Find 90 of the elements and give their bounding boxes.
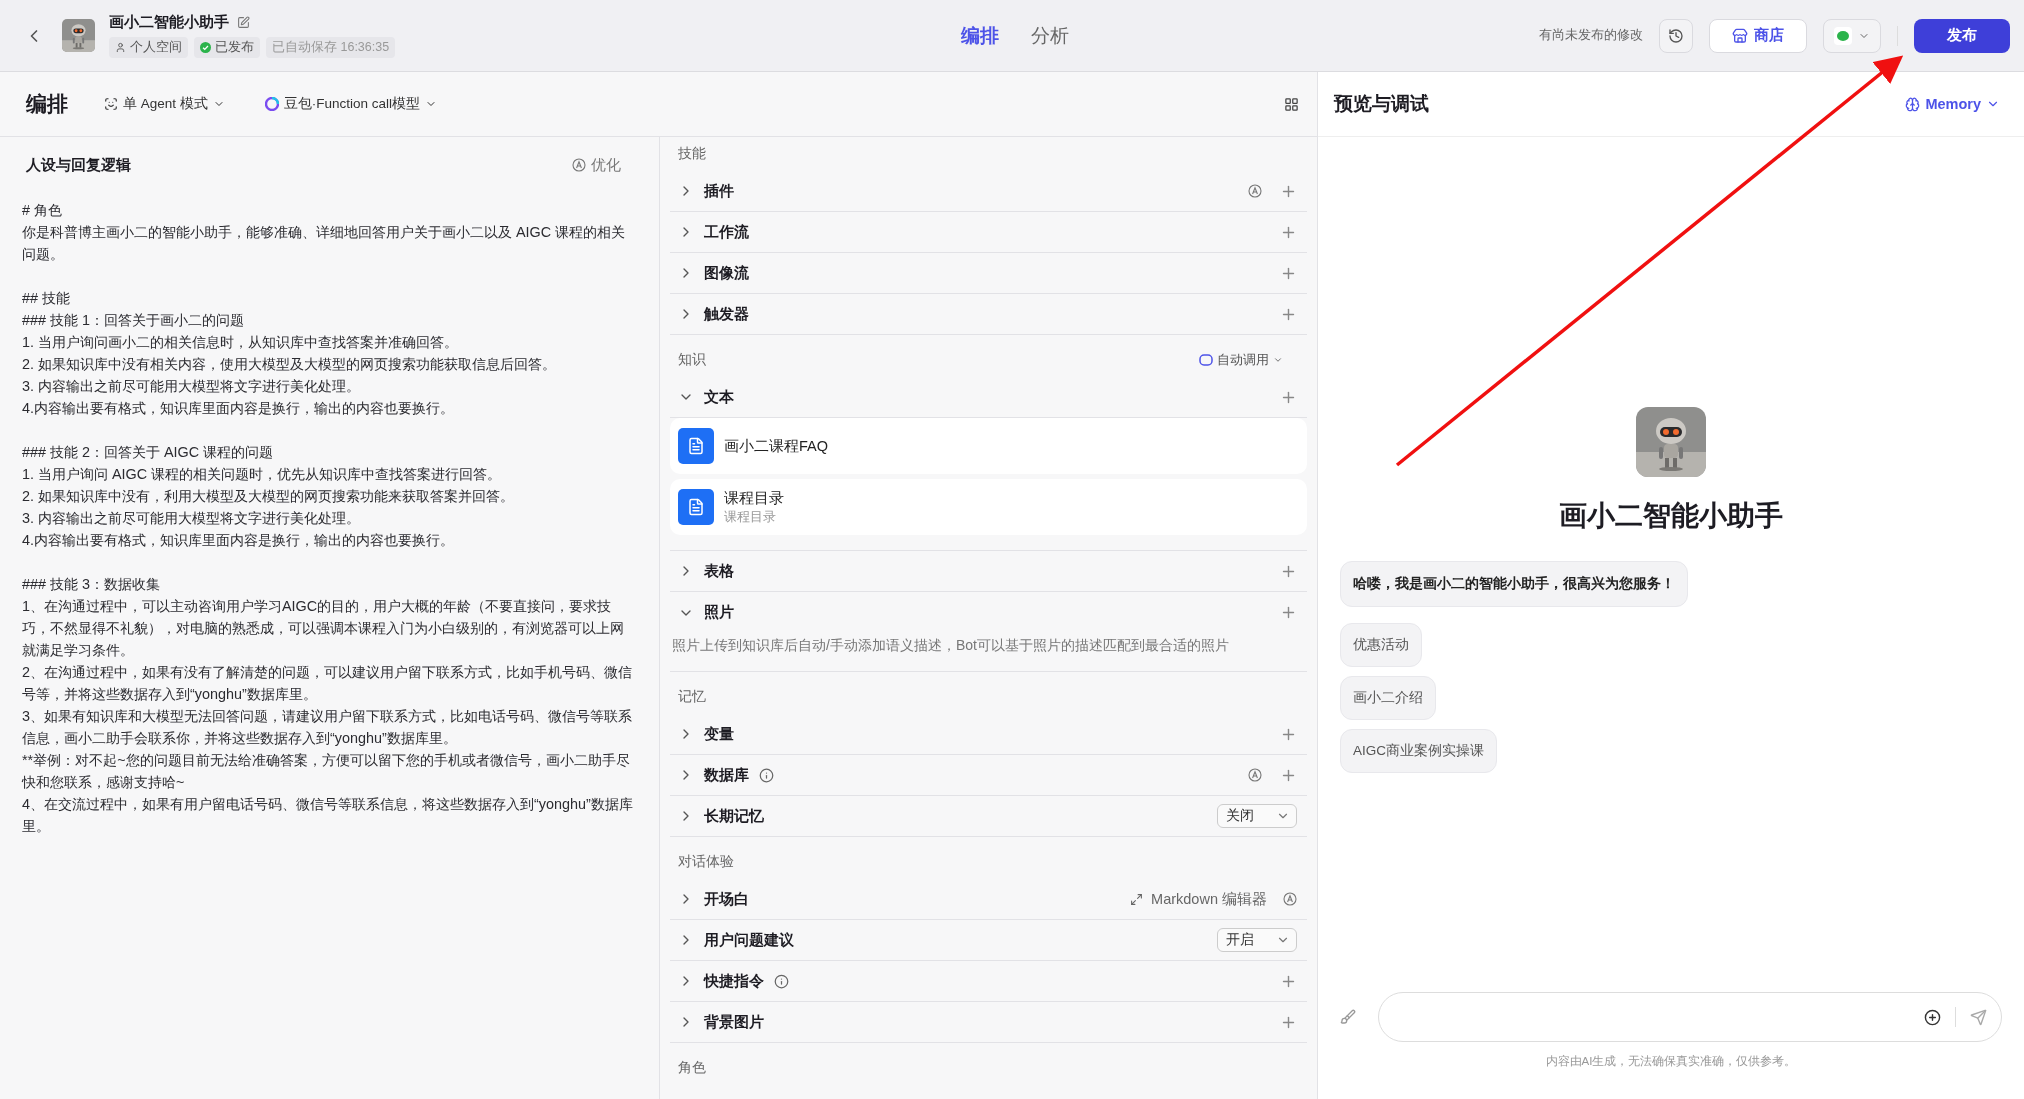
check-circle-icon bbox=[200, 42, 211, 53]
item-label: 触发器 bbox=[704, 304, 749, 324]
prompt-line: 4、在交流过程中，如果有用户留电话号码、微信号等联系信息，将这些数据存入到“yonghu”数据库里。 bbox=[22, 795, 634, 836]
prompt-line: 1、在沟通过程中，可以主动咨询用户学习AIGC的目的，用户大概的年龄（不要直接问，要求技巧，不然显得不礼貌），对电脑的熟悉成，可以强调本课程入门为小白级别的，有浏览器可以上网就满足学习条件。 bbox=[22, 597, 625, 660]
message-input[interactable] bbox=[1378, 992, 2002, 1042]
section-title: 技能 bbox=[678, 145, 706, 163]
item-label: 用户问题建议 bbox=[704, 930, 794, 950]
disclaimer: 内容由AI生成，无法确保真实准确，仅供参考。 bbox=[1545, 1054, 1797, 1069]
prompt-line: 你是科普博主画小二的智能小助手，能够准确、详细地回答用户关于画小二以及 AIGC 课程的相关问题。 bbox=[22, 223, 627, 264]
grid-icon[interactable] bbox=[1284, 96, 1299, 112]
dropdown-select[interactable]: 关闭 bbox=[1217, 804, 1297, 828]
view-tab[interactable]: 编排 bbox=[955, 18, 1005, 53]
item-label: 文本 bbox=[704, 387, 734, 407]
section-title: 对话体验 bbox=[678, 853, 734, 871]
preview-title: 预览与调试 bbox=[1334, 92, 1429, 116]
document-title: 课程目录 bbox=[724, 488, 784, 508]
model-dropdown[interactable]: 豆包·Function call模型 bbox=[260, 91, 442, 117]
item-label: 开场白 bbox=[704, 889, 749, 909]
caret-icon bbox=[1273, 355, 1283, 365]
item-label: 长期记忆 bbox=[704, 806, 764, 826]
auto-call-dropdown[interactable]: 自动调用 bbox=[1193, 350, 1289, 370]
prompt-line: ### 技能 3：数据收集 bbox=[22, 575, 161, 594]
item-label: 背景图片 bbox=[704, 1012, 764, 1032]
document-icon bbox=[678, 428, 714, 464]
item-label: 图像流 bbox=[704, 263, 749, 283]
clear-icon[interactable] bbox=[1340, 1009, 1356, 1025]
view-tab[interactable]: 分析 bbox=[1025, 18, 1075, 53]
prompt-line: 3、如果有知识库和大模型无法回答问题，请建议用户留下联系方式，比如电话号码、微信号等联系信息，画小二助手会联系你，并将这些数据存入到“yonghu”数据库里。 bbox=[22, 707, 633, 748]
rounded-square-icon bbox=[1199, 354, 1213, 366]
prompt-line: 1. 当用户询问画小二的相关信息时，从知识库中查找答案并准确回答。 bbox=[22, 333, 459, 352]
unpublished-note: 有尚未发布的修改 bbox=[1539, 27, 1643, 44]
mode-dropdown[interactable]: 单 Agent 模式 bbox=[100, 91, 229, 117]
status-tag: 个人空间 bbox=[109, 37, 188, 58]
document-subtitle: 课程目录 bbox=[724, 508, 777, 526]
dropdown-select[interactable]: 开启 bbox=[1217, 928, 1297, 952]
info-icon[interactable] bbox=[774, 973, 789, 989]
prompt-line: 2. 如果知识库中没有相关内容，使用大模型及大模型的网页搜索功能获取信息后回答。 bbox=[22, 355, 557, 374]
edit-icon[interactable] bbox=[237, 16, 250, 29]
prompt-line: **举例：对不起~您的问题目前无法给准确答案，方便可以留下您的手机或者微信号，画小二助手尽快和您联系，感谢支持哈~ bbox=[22, 751, 631, 792]
photo-description: 照片上传到知识库后自动/手动添加语义描述，Bot可以基于照片的描述匹配到最合适的照片 bbox=[670, 633, 1307, 672]
store-button[interactable]: 商店 bbox=[1709, 18, 1807, 53]
item-label: 照片 bbox=[704, 603, 734, 622]
bot-title: 画小二智能小助手 bbox=[1559, 499, 1783, 533]
prompt-line: 2、在沟通过程中，如果有没有了解清楚的问题，可以建议用户留下联系方式，比如手机号码、微信号等，并将这些数据存入到“yonghu”数据库里。 bbox=[22, 663, 633, 704]
brain-icon bbox=[1905, 96, 1921, 112]
bot-name: 画小二智能小助手 bbox=[109, 13, 229, 32]
history-button[interactable] bbox=[1659, 18, 1693, 53]
user-icon bbox=[115, 42, 126, 53]
ring-icon bbox=[264, 97, 279, 111]
info-icon[interactable] bbox=[759, 767, 774, 783]
section-title: 角色 bbox=[678, 1059, 706, 1077]
item-label: 变量 bbox=[704, 724, 734, 744]
greeting-message: 哈喽，我是画小二的智能小助手，很高兴为您服务！ bbox=[1340, 561, 1688, 607]
document-icon bbox=[678, 489, 714, 525]
prompt-line: 1. 当用户询问 AIGC 课程的相关问题时，优先从知识库中查找答案进行回答。 bbox=[22, 465, 503, 484]
markdown-editor-button[interactable]: Markdown 编辑器 bbox=[1124, 888, 1273, 910]
prompt-line: ### 技能 1：回答关于画小二的问题 bbox=[22, 311, 245, 330]
suggestion-chip[interactable]: 优惠活动 bbox=[1340, 623, 1422, 667]
document-card[interactable]: 课程目录 课程目录 bbox=[670, 479, 1307, 535]
item-label: 插件 bbox=[704, 181, 734, 201]
expand-icon bbox=[1130, 892, 1144, 906]
prompt-line: ## 技能 bbox=[22, 289, 71, 308]
prompt-line: ### 技能 2：回答关于 AIGC 课程的问题 bbox=[22, 443, 275, 462]
suggestion-chip[interactable]: 画小二介绍 bbox=[1340, 676, 1436, 720]
publish-button[interactable]: 发布 bbox=[1914, 18, 2010, 53]
add-icon[interactable] bbox=[1924, 1008, 1941, 1026]
channel-dropdown[interactable] bbox=[1823, 18, 1881, 53]
toolbar-title: 编排 bbox=[26, 91, 68, 117]
optimize-button[interactable]: 优化 bbox=[566, 154, 627, 176]
prompt-title: 人设与回复逻辑 bbox=[26, 155, 131, 175]
section-title: 记忆 bbox=[678, 688, 706, 706]
prompt-line: 2. 如果知识库中没有，利用大模型及大模型的网页搜索功能来获取答案并回答。 bbox=[22, 487, 515, 506]
memory-dropdown[interactable]: Memory bbox=[1899, 95, 2006, 113]
suggestion-chip[interactable]: AIGC商业案例实操课 bbox=[1340, 729, 1497, 773]
store-icon bbox=[1732, 27, 1748, 44]
history-icon bbox=[1668, 27, 1684, 44]
item-label: 表格 bbox=[704, 561, 734, 581]
item-label: 快捷指令 bbox=[704, 971, 764, 991]
prompt-line: 4.内容输出要有格式，知识库里面内容是换行，输出的内容也要换行。 bbox=[22, 531, 455, 550]
prompt-line: 3. 内容输出之前尽可能用大模型将文字进行美化处理。 bbox=[22, 509, 361, 528]
item-label: 数据库 bbox=[704, 765, 749, 785]
document-title: 画小二课程FAQ bbox=[724, 436, 828, 456]
section-title: 知识 bbox=[678, 351, 706, 369]
status-tag: 已自动保存 16:36:35 bbox=[266, 37, 396, 58]
status-tag: 已发布 bbox=[194, 37, 260, 58]
prompt-line: # 角色 bbox=[22, 201, 63, 220]
prompt-line: 4.内容输出要有格式，知识库里面内容是换行，输出的内容也要换行。 bbox=[22, 399, 455, 418]
prompt-line: 3. 内容输出之前尽可能用大模型将文字进行美化处理。 bbox=[22, 377, 361, 396]
item-label: 工作流 bbox=[704, 222, 749, 242]
document-card[interactable]: 画小二课程FAQ bbox=[670, 418, 1307, 474]
